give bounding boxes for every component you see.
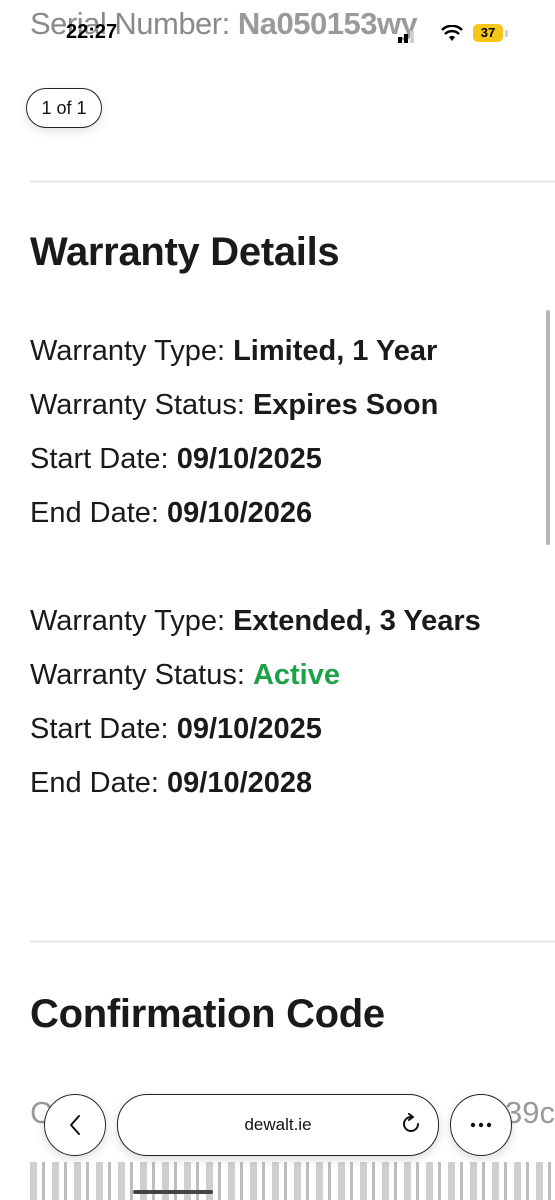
warranty-type-label: Warranty Type: bbox=[30, 335, 226, 367]
warranty-2-start-row: Start Date: 09/10/2025 bbox=[30, 713, 322, 746]
wifi-icon bbox=[441, 25, 463, 41]
battery-indicator: 37 bbox=[473, 24, 503, 42]
end-date-value: 09/10/2026 bbox=[167, 497, 313, 529]
barcode-image bbox=[30, 1162, 555, 1200]
warranty-2-status-row: Warranty Status: Active bbox=[30, 659, 340, 692]
warranty-type-value: Extended, 3 Years bbox=[233, 605, 481, 637]
cellular-signal-icon bbox=[398, 31, 414, 43]
status-bar: 22:27 37 bbox=[0, 0, 555, 60]
page-indicator-button[interactable]: 1 of 1 bbox=[26, 88, 102, 128]
warranty-1-type-row: Warranty Type: Limited, 1 Year bbox=[30, 335, 437, 368]
warranty-status-label: Warranty Status: bbox=[30, 659, 245, 691]
start-date-label: Start Date: bbox=[30, 443, 169, 475]
more-button[interactable] bbox=[450, 1094, 512, 1156]
warranty-type-value: Limited, 1 Year bbox=[233, 335, 438, 367]
more-icon bbox=[470, 1122, 492, 1128]
start-date-value: 09/10/2025 bbox=[176, 713, 322, 745]
status-time: 22:27 bbox=[66, 21, 118, 43]
battery-tip bbox=[505, 30, 508, 37]
warranty-1-status-row: Warranty Status: Expires Soon bbox=[30, 389, 438, 422]
reload-icon[interactable] bbox=[400, 1113, 422, 1135]
end-date-label: End Date: bbox=[30, 497, 159, 529]
start-date-label: Start Date: bbox=[30, 713, 169, 745]
warranty-1-start-row: Start Date: 09/10/2025 bbox=[30, 443, 322, 476]
section-divider bbox=[30, 180, 555, 183]
warranty-2-type-row: Warranty Type: Extended, 3 Years bbox=[30, 605, 481, 638]
start-date-value: 09/10/2025 bbox=[176, 443, 322, 475]
address-bar[interactable]: dewalt.ie bbox=[117, 1094, 439, 1156]
warranty-details-title: Warranty Details bbox=[30, 230, 340, 274]
section-divider bbox=[30, 940, 555, 943]
warranty-1-end-row: End Date: 09/10/2026 bbox=[30, 497, 312, 530]
end-date-value: 09/10/2028 bbox=[167, 767, 313, 799]
warranty-type-label: Warranty Type: bbox=[30, 605, 226, 637]
back-button[interactable] bbox=[44, 1094, 106, 1156]
warranty-2-end-row: End Date: 09/10/2028 bbox=[30, 767, 312, 800]
warranty-status-value-active: Active bbox=[252, 659, 340, 691]
url-text: dewalt.ie bbox=[244, 1115, 312, 1134]
home-indicator bbox=[133, 1190, 213, 1194]
warranty-status-label: Warranty Status: bbox=[30, 389, 245, 421]
back-chevron-icon bbox=[70, 1115, 80, 1135]
confirmation-code-title: Confirmation Code bbox=[30, 992, 385, 1036]
warranty-status-value: Expires Soon bbox=[252, 389, 439, 421]
confirmation-code-text-end: 39c bbox=[505, 1095, 555, 1130]
scrollbar[interactable] bbox=[546, 310, 550, 545]
end-date-label: End Date: bbox=[30, 767, 159, 799]
